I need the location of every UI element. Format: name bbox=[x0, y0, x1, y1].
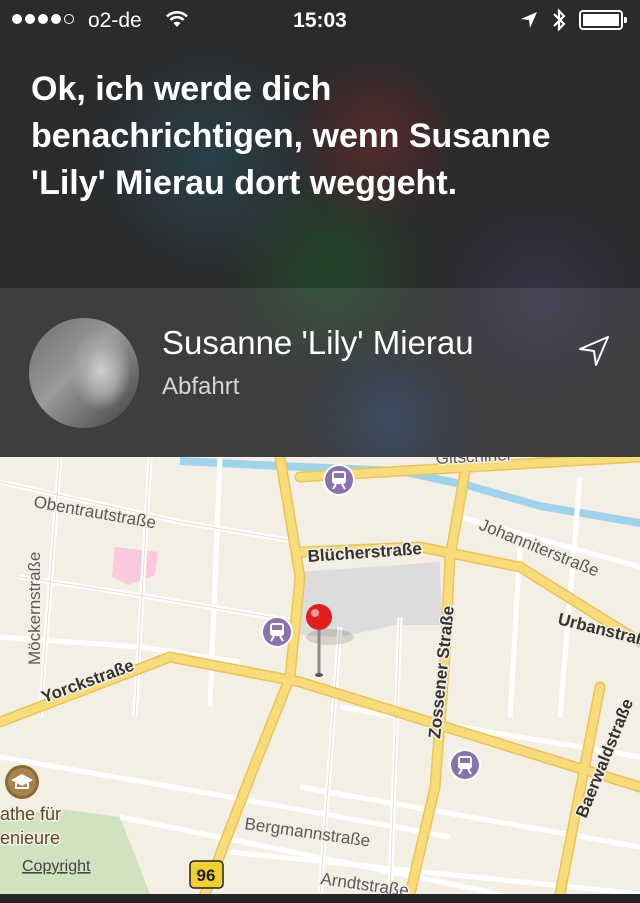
poi-label-fragment-2: enieure bbox=[0, 828, 60, 848]
battery-icon bbox=[579, 10, 627, 30]
poi-label-fragment-1: athe für bbox=[0, 804, 61, 824]
navigation-arrow-icon[interactable] bbox=[577, 334, 611, 368]
pink-block bbox=[112, 547, 158, 585]
map-copyright-link[interactable]: Copyright bbox=[22, 858, 91, 875]
university-icon bbox=[5, 765, 39, 799]
street-label-bluecher: Blücherstraße bbox=[307, 539, 422, 566]
street-label-johanniter: Johanniterstraße bbox=[477, 515, 602, 580]
transit-station-icon[interactable] bbox=[323, 464, 355, 496]
street-label-moeckern: Möckernstraße bbox=[25, 552, 44, 665]
bottom-strip bbox=[0, 894, 640, 903]
contact-card[interactable]: Susanne 'Lily' Mierau Abfahrt bbox=[0, 288, 640, 457]
contact-avatar bbox=[29, 318, 139, 428]
svg-text:96: 96 bbox=[197, 866, 216, 885]
transit-station-icon[interactable] bbox=[449, 749, 481, 781]
street-label-obentraut: Obentrautstraße bbox=[32, 492, 157, 532]
route-shield-96: 96 bbox=[189, 860, 224, 889]
transit-station-icon[interactable] bbox=[261, 616, 293, 648]
status-time: 15:03 bbox=[293, 9, 347, 32]
bluetooth-icon bbox=[553, 8, 566, 32]
contact-subtitle: Abfahrt bbox=[162, 373, 240, 400]
street-label-zossener: Zossener Straße bbox=[425, 605, 458, 739]
map-view[interactable]: Obentrautstraße Blücherstraße Johanniter… bbox=[0, 457, 640, 894]
siri-response-text: Ok, ich werde dich benachrichtigen, wenn… bbox=[31, 70, 551, 202]
status-bar: o2-de 15:03 bbox=[0, 0, 640, 40]
location-services-icon bbox=[521, 12, 537, 28]
contact-name: Susanne 'Lily' Mierau bbox=[162, 324, 474, 361]
